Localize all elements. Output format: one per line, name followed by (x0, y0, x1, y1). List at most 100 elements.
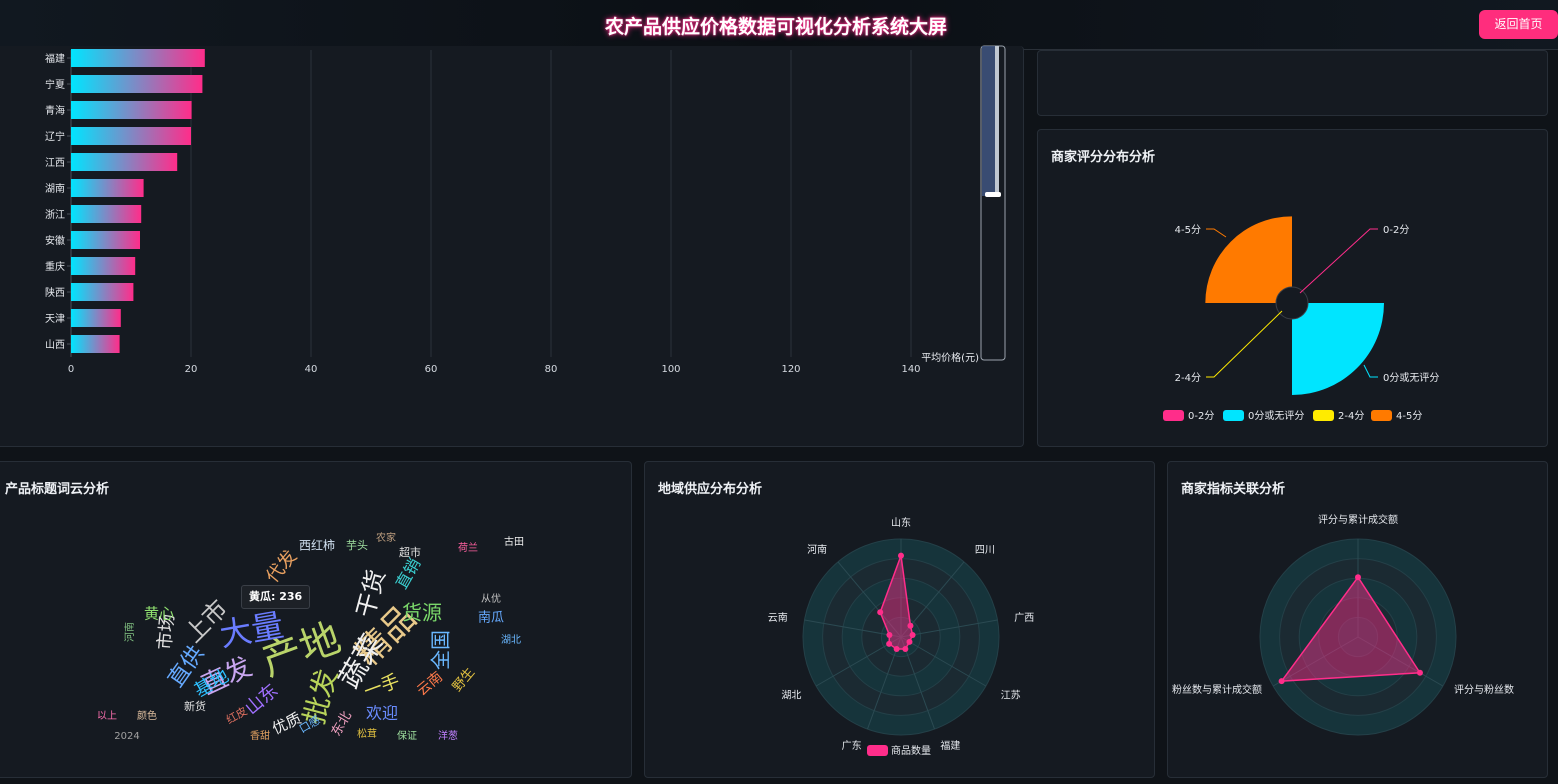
radar-indicator-label: 河南 (807, 543, 827, 556)
wordcloud-word: 颜色 (137, 709, 157, 722)
rose-label-line (1206, 310, 1283, 378)
merchant-radar-point (1416, 669, 1423, 676)
slider-handle (985, 192, 1001, 197)
wordcloud-word: 芋头 (346, 539, 368, 552)
bar-category-label: 陕西 (45, 286, 65, 299)
bar-x-tick-label: 40 (305, 364, 318, 375)
bar-x-tick-label: 20 (185, 364, 198, 375)
slider-selection (982, 46, 996, 196)
province-price-bar-chart: 0 20 40 60 80 100 120 140 福建宁夏青海辽宁江西湖南浙江安徽重庆陕西天津… (45, 45, 1006, 375)
wordcloud-word: 直销 (392, 555, 424, 592)
wordcloud-word: 云南 (414, 669, 446, 699)
wordcloud-word: 南瓜 (478, 610, 504, 626)
wordcloud-word: 香甜 (250, 729, 270, 742)
slider-label: 平均价格(元) (921, 351, 979, 364)
rose-label-line (1363, 364, 1378, 378)
bar-x-tick-label: 100 (661, 364, 680, 375)
region-panel: 地域供应分布分析 山东 四川 广西 江苏 福建 广东 湖北 云南 河南 商品数量 (644, 461, 1155, 778)
rose-legend-label: 4-5分 (1396, 410, 1422, 422)
bar-mark (71, 205, 142, 223)
wordcloud-word: 以上 (97, 710, 117, 722)
bar-x-tick-label: 120 (781, 364, 800, 375)
wordcloud-word: 2024 (114, 731, 139, 742)
radar-point (877, 609, 884, 616)
rating-rose-chart: 0-2分 0分或无评分 2-4分 4-5分 0-2分 0分或无评分 2-4分 4-5分 (1163, 216, 1439, 422)
wordcloud-word: 货源 (402, 601, 442, 625)
wordcloud-word: 荷兰 (458, 541, 478, 554)
merchant-indicator-label: 粉丝数与累计成交额 (1172, 683, 1262, 696)
wordcloud-panel: 产品标题词云分析 产地 精品 大量 批发 蔬菜 直发 上市 干货 直供 货源 全国 市场 一手 基地 山东代… (0, 461, 632, 778)
bar-mark (71, 231, 140, 249)
rose-label: 0-2分 (1383, 224, 1409, 236)
wordcloud-word: 超市 (399, 545, 421, 559)
radar-indicator-label: 广西 (1014, 612, 1034, 624)
rose-label: 0分或无评分 (1383, 372, 1439, 384)
rating-panel: 商家评分分布分析 0-2分 0分或无评分 2-4分 4-5分 0-2分 0分或无评分 2-4… (1037, 129, 1548, 447)
rose-slice (1292, 303, 1384, 395)
bar-category-label: 江西 (45, 157, 65, 169)
wordcloud-chart: 产地 精品大量批发蔬菜直发上市干货直供货源全国市场一手基地 山东代发 直销欢迎优质黄心… (97, 531, 524, 742)
rose-center (1275, 286, 1309, 320)
rose-legend-label: 0分或无评分 (1248, 410, 1304, 422)
radar-point (893, 645, 900, 652)
bar-mark (71, 257, 136, 275)
radar-legend-label: 商品数量 (891, 744, 931, 757)
merchant-indicator-label: 评分与累计成交额 (1318, 513, 1398, 526)
bar-mark (71, 75, 203, 93)
radar-indicator-label: 山东 (891, 516, 911, 529)
bar-x-tick-label: 0 (68, 364, 74, 375)
bar-mark (71, 101, 192, 119)
bar-category-label: 宁夏 (45, 78, 65, 91)
wordcloud-word: 欢迎 (366, 704, 398, 723)
rose-legend-swatch (1163, 410, 1184, 421)
bar-mark (71, 283, 134, 301)
wordcloud-word: 古田 (504, 535, 524, 548)
bar-category-label: 天津 (45, 313, 65, 325)
wordcloud-word: 松茸 (357, 727, 377, 740)
bar-category-label: 重庆 (45, 260, 65, 273)
radar-point (886, 631, 893, 638)
bar-mark (71, 49, 205, 67)
home-button[interactable]: 返回首页 (1479, 10, 1558, 39)
wordcloud-word: 新货 (184, 699, 206, 713)
merchant-radar-chart: 评分与累计成交额评分与粉丝数 粉丝数与累计成交额 (1172, 513, 1514, 736)
wordcloud-word: 从优 (481, 592, 501, 605)
bar-x-tick-label: 60 (425, 364, 438, 375)
radar-point (906, 638, 913, 645)
wordcloud-word: 农家 (376, 531, 396, 544)
merchant-panel: 商家指标关联分析 评分与累计成交额 评分与粉丝数 粉丝数与累计成交额 (1167, 461, 1548, 778)
bar-x-tick-label: 80 (545, 364, 558, 375)
rose-slice (1205, 216, 1292, 303)
bar-category-label: 湖南 (45, 182, 65, 195)
bar-mark (71, 127, 191, 145)
wordcloud-word: 洋葱 (438, 729, 458, 742)
radar-legend-swatch (867, 745, 888, 756)
radar-point (898, 552, 904, 559)
rose-label-line (1206, 228, 1227, 238)
bar-category-label: 浙江 (45, 209, 65, 221)
bar-mark (71, 335, 120, 353)
bar-mark (71, 179, 144, 197)
rose-legend-swatch (1313, 410, 1334, 421)
province-price-panel: 0 20 40 60 80 100 120 140 福建 宁夏 青海 辽宁 江西 湖南 浙江 安徽 重庆 陕西 天津… (0, 45, 1024, 447)
radar-indicator-label: 广东 (842, 739, 862, 752)
merchant-indicator-label: 评分与粉丝数 (1454, 683, 1514, 696)
radar-point (909, 631, 916, 638)
merchant-radar-point (1278, 678, 1285, 685)
radar-indicator-label: 江苏 (1001, 689, 1021, 702)
radar-point (907, 622, 914, 629)
bar-category-label: 安徽 (45, 234, 65, 247)
bar-mark (71, 309, 121, 327)
region-radar-chart: 山东四川广西江苏福建 广东 湖北 云南 河南商品数量 (768, 516, 1035, 757)
wordcloud-word: 湖北 (501, 634, 521, 646)
radar-indicator-label: 福建 (940, 739, 960, 752)
wordcloud-word: 野生 (450, 665, 478, 695)
bar-mark (71, 153, 178, 171)
bar-category-label: 山西 (45, 339, 65, 351)
wordcloud-word: 全国 (429, 630, 453, 670)
radar-indicator-label: 湖北 (781, 690, 801, 702)
merchant-radar-point (1355, 574, 1361, 581)
rose-legend-swatch (1223, 410, 1244, 421)
wordcloud-tooltip: 黄瓜: 236 (241, 585, 311, 609)
page-title: 农产品供应价格数据可视化分析系统大屏 (604, 16, 947, 38)
